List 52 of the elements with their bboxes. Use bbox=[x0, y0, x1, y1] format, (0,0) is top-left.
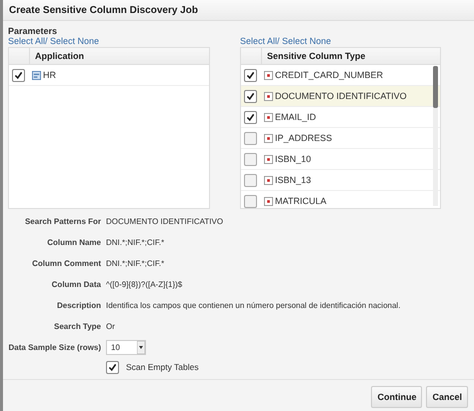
select-all-none-link[interactable]: Select All/ Select None bbox=[240, 36, 441, 46]
dialog-button[interactable]: Cancel bbox=[426, 386, 468, 408]
column-header: Application bbox=[34, 51, 84, 61]
row-label: MATRICULA bbox=[275, 196, 326, 206]
table-row[interactable]: HR bbox=[9, 65, 209, 86]
field-label: Column Comment bbox=[31, 258, 101, 270]
field-value: Identifica los campos que contienen un número personal de identificación nacional. bbox=[106, 301, 400, 310]
field-value: ^([0-9]{8})?([A-Z]{1})$ bbox=[106, 280, 182, 289]
checkbox[interactable] bbox=[106, 360, 119, 374]
field-label: Column Name bbox=[46, 237, 101, 249]
field-value: DNI.*;NIF.*;CIF.* bbox=[106, 259, 164, 268]
dropdown-icon[interactable] bbox=[137, 341, 145, 354]
field-label: Data Sample Size (rows) bbox=[8, 342, 101, 354]
checkbox[interactable] bbox=[244, 68, 257, 82]
row-label: DOCUMENTO IDENTIFICATIVO bbox=[275, 91, 407, 101]
checkbox[interactable] bbox=[244, 110, 257, 124]
dialog-button[interactable]: Continue bbox=[371, 386, 422, 408]
application-icon bbox=[32, 70, 41, 80]
window-title: Create Sensitive Column Discovery Job bbox=[9, 4, 198, 16]
field-value: Or bbox=[106, 322, 115, 331]
sample-size-select[interactable]: 10 bbox=[106, 340, 146, 355]
section-heading: Parameters bbox=[8, 26, 58, 36]
column-type-icon bbox=[264, 92, 273, 100]
checkbox[interactable] bbox=[244, 174, 257, 186]
checkbox[interactable] bbox=[244, 194, 257, 208]
field-label: Description bbox=[56, 300, 101, 312]
column-header: Sensitive Column Type bbox=[266, 51, 366, 61]
table-row[interactable]: DOCUMENTO IDENTIFICATIVO bbox=[241, 86, 440, 107]
checkbox[interactable] bbox=[12, 68, 25, 82]
checkbox[interactable] bbox=[244, 152, 257, 166]
field-label: Column Data bbox=[50, 279, 101, 291]
scrollbar[interactable] bbox=[433, 66, 438, 206]
column-type-icon bbox=[264, 134, 273, 142]
row-label: ISBN_10 bbox=[275, 154, 312, 164]
field-label: Search Patterns For bbox=[24, 216, 101, 228]
column-type-icon bbox=[264, 70, 273, 80]
field-value: DOCUMENTO IDENTIFICATIVO bbox=[106, 217, 224, 226]
row-label: CREDIT_CARD_NUMBER bbox=[275, 70, 384, 80]
row-label: HR bbox=[43, 70, 56, 80]
field-value: DNI.*;NIF.*;CIF.* bbox=[106, 238, 164, 247]
row-label: ISBN_13 bbox=[275, 175, 312, 185]
column-type-icon bbox=[264, 112, 273, 122]
checkbox[interactable] bbox=[244, 132, 257, 144]
checkbox[interactable] bbox=[244, 90, 257, 102]
row-label: IP_ADDRESS bbox=[275, 133, 332, 143]
column-type-icon bbox=[264, 176, 273, 184]
column-type-icon bbox=[264, 154, 273, 164]
select-all-none-link[interactable]: Select All/ Select None bbox=[8, 36, 210, 46]
row-label: EMAIL_ID bbox=[275, 112, 316, 122]
checkbox-label: Scan Empty Tables bbox=[126, 362, 199, 372]
column-type-icon bbox=[264, 196, 273, 206]
field-label: Search Type bbox=[53, 321, 101, 333]
